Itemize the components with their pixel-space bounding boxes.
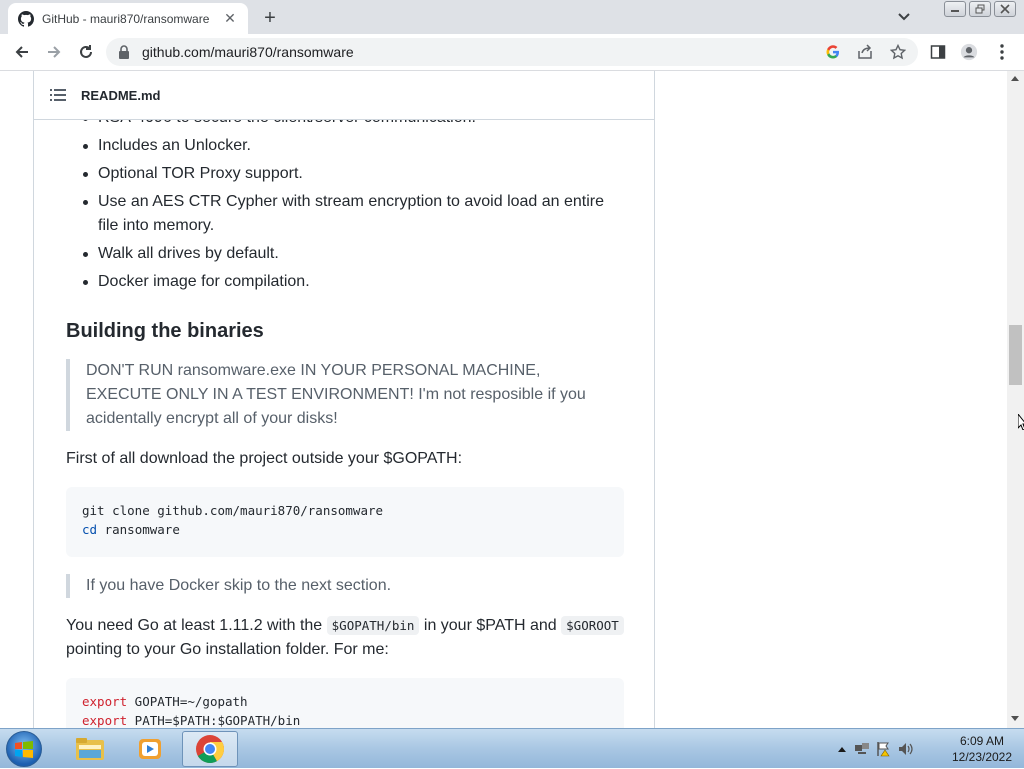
page-viewport: README.md RSA-4096 to secure the client/… <box>0 71 1024 728</box>
bookmark-star-icon[interactable] <box>889 43 907 61</box>
forward-arrow-icon[interactable] <box>42 40 66 64</box>
go-requirements-paragraph: You need Go at least 1.11.2 with the $GO… <box>66 616 629 658</box>
windows-logo-icon <box>15 741 33 758</box>
scroll-down-icon[interactable] <box>1011 716 1019 721</box>
download-paragraph: First of all download the project outsid… <box>66 450 463 467</box>
list-item: Walk all drives by default. <box>83 242 626 266</box>
vertical-scrollbar[interactable] <box>1007 71 1024 728</box>
media-player-icon <box>139 739 161 759</box>
scrollbar-thumb[interactable] <box>1009 325 1022 385</box>
github-icon <box>18 10 34 27</box>
show-hidden-icons-icon[interactable] <box>834 741 850 757</box>
inline-code-gopath-bin: $GOPATH/bin <box>326 616 420 635</box>
network-icon[interactable] <box>854 741 870 757</box>
readme-header: README.md <box>34 71 654 120</box>
export-code-block[interactable]: export GOPATH=~/gopath export PATH=$PATH… <box>66 678 624 728</box>
list-item: Optional TOR Proxy support. <box>83 162 626 186</box>
list-item: Use an AES CTR Cypher with stream encryp… <box>83 190 626 238</box>
warning-blockquote: DON'T RUN ransomware.exe IN YOUR PERSONA… <box>66 359 594 431</box>
browser-toolbar: github.com/mauri870/ransomware <box>0 34 1024 71</box>
address-bar[interactable]: github.com/mauri870/ransomware <box>106 38 918 66</box>
browser-tab[interactable]: GitHub - mauri870/ransomware ✕ <box>8 3 248 34</box>
list-item: Docker image for compilation. <box>83 270 626 294</box>
clone-code-block[interactable]: git clone github.com/mauri870/ransomware… <box>66 487 624 557</box>
volume-icon[interactable] <box>898 741 914 757</box>
profile-avatar-icon[interactable] <box>960 43 978 61</box>
reload-icon[interactable] <box>74 40 98 64</box>
list-item: Includes an Unlocker. <box>83 134 626 158</box>
share-icon[interactable] <box>856 43 874 61</box>
chrome-taskbar-button[interactable] <box>182 731 238 767</box>
lock-icon[interactable] <box>118 45 130 59</box>
taskbar-clock[interactable]: 6:09 AM 12/23/2022 <box>944 733 1020 765</box>
clock-time: 6:09 AM <box>959 734 1005 748</box>
window-controls <box>941 1 1016 17</box>
menu-dots-icon[interactable] <box>993 43 1011 61</box>
minimize-icon[interactable] <box>944 1 966 17</box>
new-tab-button[interactable]: + <box>258 6 282 30</box>
folder-icon <box>76 738 104 760</box>
section-heading: Building the binaries <box>66 320 264 342</box>
close-window-icon[interactable] <box>994 1 1016 17</box>
inline-code-goroot: $GOROOT <box>561 616 624 635</box>
windows-taskbar: 6:09 AM 12/23/2022 <box>0 728 1024 768</box>
docker-blockquote: If you have Docker skip to the next sect… <box>66 574 594 598</box>
explorer-taskbar-button[interactable] <box>62 731 118 767</box>
chrome-icon <box>196 735 224 763</box>
start-button[interactable] <box>6 731 42 767</box>
scroll-up-icon[interactable] <box>1011 76 1019 81</box>
tab-strip: GitHub - mauri870/ransomware ✕ + <box>0 0 1024 34</box>
side-panel-icon[interactable] <box>929 43 947 61</box>
back-arrow-icon[interactable] <box>10 40 34 64</box>
system-tray: 6:09 AM 12/23/2022 <box>834 729 1024 769</box>
close-tab-icon[interactable]: ✕ <box>222 10 238 27</box>
mouse-cursor-icon <box>1018 414 1024 430</box>
url-text[interactable]: github.com/mauri870/ransomware <box>142 44 354 60</box>
tab-title: GitHub - mauri870/ransomware <box>42 11 210 26</box>
media-player-taskbar-button[interactable] <box>122 731 178 767</box>
outline-list-icon[interactable] <box>50 88 66 102</box>
action-center-flag-icon[interactable] <box>876 741 892 757</box>
clock-date: 12/23/2022 <box>951 750 1013 764</box>
tab-search-icon[interactable] <box>894 7 914 27</box>
readme-box: README.md RSA-4096 to secure the client/… <box>33 71 655 728</box>
google-icon[interactable] <box>824 43 842 61</box>
restore-icon[interactable] <box>969 1 991 17</box>
readme-filename[interactable]: README.md <box>81 88 160 103</box>
